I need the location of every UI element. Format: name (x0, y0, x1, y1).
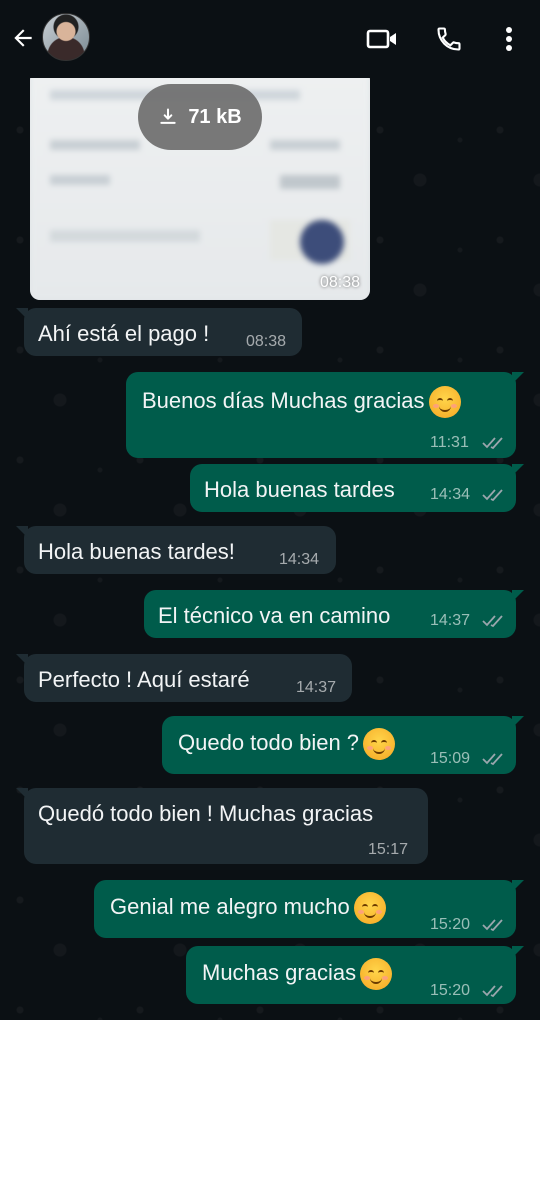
message-outgoing[interactable]: Muchas gracias 15:20 (186, 946, 524, 1004)
message-time: 15:20 (430, 982, 471, 999)
double-check-icon (482, 985, 503, 998)
message-text: Hola buenas tardes (204, 477, 395, 502)
download-icon (160, 108, 176, 124)
download-size: 71 kB (188, 105, 242, 128)
message-time: 14:34 (279, 551, 320, 568)
message-time: 11:31 (430, 434, 469, 451)
smiling-face-emoji (428, 386, 461, 418)
message-text: Genial me alegro mucho (110, 892, 386, 924)
message-incoming[interactable]: Hola buenas tardes! 14:34 (16, 526, 336, 574)
message-text: Quedo todo bien ? (178, 728, 396, 760)
message-incoming[interactable]: Ahí está el pago ! 08:38 (16, 308, 302, 356)
double-check-icon (482, 919, 503, 932)
message-time: 08:38 (319, 274, 360, 291)
blurred-logo (300, 220, 344, 264)
message-time: 14:37 (296, 679, 337, 696)
message-outgoing[interactable]: El técnico va en camino 14:37 (144, 590, 524, 638)
video-call-button[interactable] (365, 22, 399, 56)
image-attachment[interactable]: 71 kB 08:38 (30, 70, 370, 300)
contact-avatar[interactable] (42, 13, 90, 61)
message-time: 15:09 (430, 750, 471, 767)
download-button[interactable]: 71 kB (138, 84, 262, 150)
message-text: Quedó todo bien ! Muchas gracias (38, 801, 374, 826)
smiling-face-emoji (353, 892, 386, 924)
phone-icon (437, 27, 461, 51)
chat-header (0, 0, 540, 78)
message-time: 14:34 (430, 486, 471, 503)
voice-call-button[interactable] (432, 22, 466, 56)
more-options-button[interactable] (492, 22, 526, 56)
message-incoming[interactable]: Quedó todo bien ! Muchas gracias 15:17 (16, 788, 428, 864)
double-check-icon (482, 615, 503, 628)
video-call-icon (366, 29, 396, 49)
message-text: Ahí está el pago ! (38, 321, 210, 346)
more-vert-icon (506, 27, 512, 51)
message-text: Perfecto ! Aquí estaré (38, 667, 250, 692)
message-text: Buenos días Muchas gracias (142, 386, 461, 418)
double-check-icon (482, 437, 503, 450)
message-incoming[interactable]: Perfecto ! Aquí estaré 14:37 (16, 654, 352, 702)
message-outgoing[interactable]: Genial me alegro mucho 15:20 (94, 880, 524, 938)
message-time: 15:20 (430, 916, 471, 933)
message-text: El técnico va en camino (158, 603, 391, 628)
back-button[interactable] (8, 20, 38, 56)
message-time: 08:38 (246, 333, 287, 350)
smiling-face-emoji (360, 958, 393, 990)
arrow-left-icon (14, 29, 32, 47)
double-check-icon (482, 489, 503, 502)
message-outgoing[interactable]: Quedo todo bien ? 15:09 (162, 716, 524, 774)
message-outgoing[interactable]: Buenos días Muchas gracias 11:31 (126, 372, 524, 458)
double-check-icon (482, 753, 503, 766)
message-time: 15:17 (368, 841, 409, 858)
chat-screen: 71 kB 08:38 Ahí está el pago ! 08:38 Bue… (0, 0, 540, 1020)
smiling-face-emoji (363, 728, 396, 760)
message-time: 14:37 (430, 612, 471, 629)
message-text: Muchas gracias (202, 958, 393, 990)
message-outgoing[interactable]: Hola buenas tardes 14:34 (190, 464, 524, 512)
message-text: Hola buenas tardes! (38, 539, 235, 564)
